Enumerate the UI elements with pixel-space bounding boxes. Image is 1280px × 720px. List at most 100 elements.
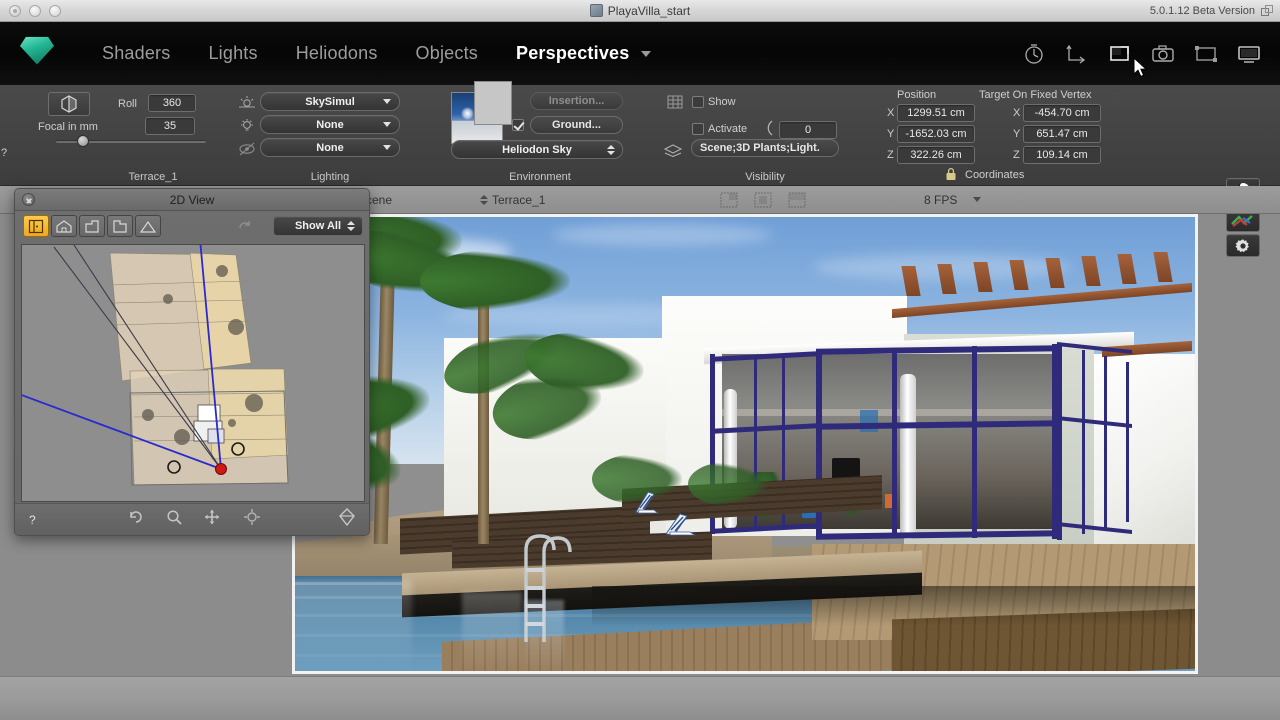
- palette-titlebar[interactable]: 2D View: [15, 189, 369, 211]
- target-stepper-icon[interactable]: [1115, 91, 1123, 101]
- rendered-scene: [292, 214, 1198, 674]
- front-elevation-icon[interactable]: [51, 215, 77, 237]
- water-reflection: [462, 592, 522, 674]
- environment-popup-value: Heliodon Sky: [502, 143, 572, 156]
- lighting-group-label: Lighting: [310, 171, 350, 183]
- water-reflection: [292, 580, 412, 674]
- palette-toolbar: Show All: [15, 211, 369, 241]
- render-viewport[interactable]: [292, 214, 1198, 674]
- focal-slider[interactable]: [56, 135, 206, 147]
- color-swatch-icon: [1231, 214, 1253, 227]
- show-all-popup-value: Show All: [294, 220, 342, 232]
- position-x-input[interactable]: 1299.51 cm: [897, 104, 975, 122]
- camera-icon[interactable]: [1150, 42, 1176, 66]
- nav-item-heliodons[interactable]: Heliodons: [296, 43, 378, 64]
- view-stepper-icon[interactable]: [480, 194, 488, 205]
- position-z-axis: Z: [887, 149, 894, 161]
- right-elevation-icon[interactable]: [107, 215, 133, 237]
- undo-icon[interactable]: [127, 509, 145, 530]
- resize-icon[interactable]: [1261, 5, 1273, 16]
- palette-help-button[interactable]: ?: [29, 513, 36, 527]
- lock-icon: [946, 167, 956, 180]
- pan-icon[interactable]: [203, 509, 221, 530]
- left-elevation-icon[interactable]: [79, 215, 105, 237]
- target-z-input[interactable]: 109.14 cm: [1023, 146, 1101, 164]
- two-d-view-palette[interactable]: 2D View Show All ?: [14, 188, 370, 536]
- target-y-axis: Y: [1013, 128, 1021, 140]
- target-x-input[interactable]: -454.70 cm: [1023, 104, 1101, 122]
- axes-icon[interactable]: [1064, 42, 1090, 66]
- two-d-view-canvas[interactable]: [21, 244, 365, 502]
- chevron-down-icon: [383, 122, 391, 127]
- stepper-icon: [607, 144, 615, 155]
- neon-popup-value: None: [316, 141, 344, 154]
- palm-frond: [420, 250, 570, 312]
- sun-glow-icon: [461, 107, 474, 120]
- palette-footer: ?: [15, 503, 369, 535]
- camera-help-button[interactable]: ?: [1, 147, 7, 159]
- focus-icon[interactable]: [243, 509, 261, 530]
- deck-chair: [662, 506, 704, 543]
- roll-label: Roll: [118, 98, 137, 110]
- site-plan-drawing: [22, 245, 364, 501]
- coordinates-group: Position Target On Fixed Vertex X 1299.5…: [875, 85, 1205, 186]
- ground-checkbox[interactable]: [512, 119, 524, 131]
- layers-popup[interactable]: Scene;3D Plants;Light.: [691, 139, 839, 157]
- position-z-input[interactable]: 322.26 cm: [897, 146, 975, 164]
- show-checkbox[interactable]: [692, 96, 704, 108]
- focal-slider-knob[interactable]: [77, 135, 89, 147]
- layout-single-icon[interactable]: [720, 192, 738, 208]
- control-strip: ? Roll 360 Focal in mm 35 Terrace_1 SkyS…: [0, 81, 1280, 257]
- focal-input[interactable]: 35: [145, 117, 195, 135]
- timer-icon[interactable]: [1021, 42, 1047, 66]
- gem-logo-icon: [20, 36, 54, 65]
- target-label: Target On Fixed Vertex: [979, 89, 1092, 101]
- insertion-preview-thumbnail[interactable]: [474, 81, 512, 125]
- filmstrip-icon[interactable]: [1236, 42, 1262, 66]
- neon-popup[interactable]: None: [260, 138, 400, 157]
- fps-label: 8 FPS: [924, 192, 958, 207]
- magnifier-icon[interactable]: [165, 509, 183, 530]
- target-z-axis: Z: [1013, 149, 1020, 161]
- nav-item-perspectives[interactable]: Perspectives: [516, 43, 629, 64]
- heliodon-popup-value: SkySimul: [305, 95, 355, 108]
- compass-icon[interactable]: [337, 507, 357, 532]
- chevron-down-icon[interactable]: [641, 50, 652, 57]
- roll-input[interactable]: 360: [148, 94, 196, 112]
- heliodon-popup[interactable]: SkySimul: [260, 92, 400, 111]
- crop-frame-icon[interactable]: [1193, 42, 1219, 66]
- plan-view-icon[interactable]: [23, 215, 49, 237]
- activate-checkbox[interactable]: [692, 123, 704, 135]
- insertion-button[interactable]: Insertion...: [530, 92, 623, 110]
- target-y-input[interactable]: 651.47 cm: [1023, 125, 1101, 143]
- nav-item-objects[interactable]: Objects: [416, 43, 478, 64]
- close-icon[interactable]: [22, 193, 35, 206]
- current-view-label[interactable]: Terrace_1: [492, 193, 545, 207]
- target-x-axis: X: [1013, 107, 1021, 119]
- isometric-view-button[interactable]: [48, 92, 90, 116]
- environment-popup[interactable]: Heliodon Sky: [451, 140, 623, 159]
- position-y-input[interactable]: -1652.03 cm: [897, 125, 975, 143]
- lightbulb-icon: [241, 119, 253, 131]
- rear-elevation-icon[interactable]: [135, 215, 161, 237]
- ground-button[interactable]: Ground...: [530, 116, 623, 134]
- navbar-tools: [1021, 42, 1262, 66]
- focal-label: Focal in mm: [38, 121, 98, 133]
- layout-split-icon[interactable]: [788, 192, 806, 208]
- nav-item-shaders[interactable]: Shaders: [102, 43, 170, 64]
- settings-button[interactable]: [1226, 234, 1260, 257]
- fps-chevron-down-icon[interactable]: [973, 197, 982, 202]
- render-window-icon[interactable]: [1107, 42, 1133, 66]
- grid-icon: [667, 95, 683, 109]
- show-all-popup[interactable]: Show All: [273, 216, 363, 236]
- stepper-icon: [347, 221, 355, 231]
- environment-group-label: Environment: [509, 171, 571, 183]
- refresh-icon[interactable]: [237, 219, 259, 238]
- palm-trunk: [478, 274, 489, 544]
- layout-center-icon[interactable]: [754, 192, 772, 208]
- water-shadow: [592, 586, 1198, 626]
- nav-item-lights[interactable]: Lights: [208, 43, 257, 64]
- activate-input[interactable]: 0: [779, 121, 837, 139]
- lights-popup[interactable]: None: [260, 115, 400, 134]
- chevron-down-icon: [383, 145, 391, 150]
